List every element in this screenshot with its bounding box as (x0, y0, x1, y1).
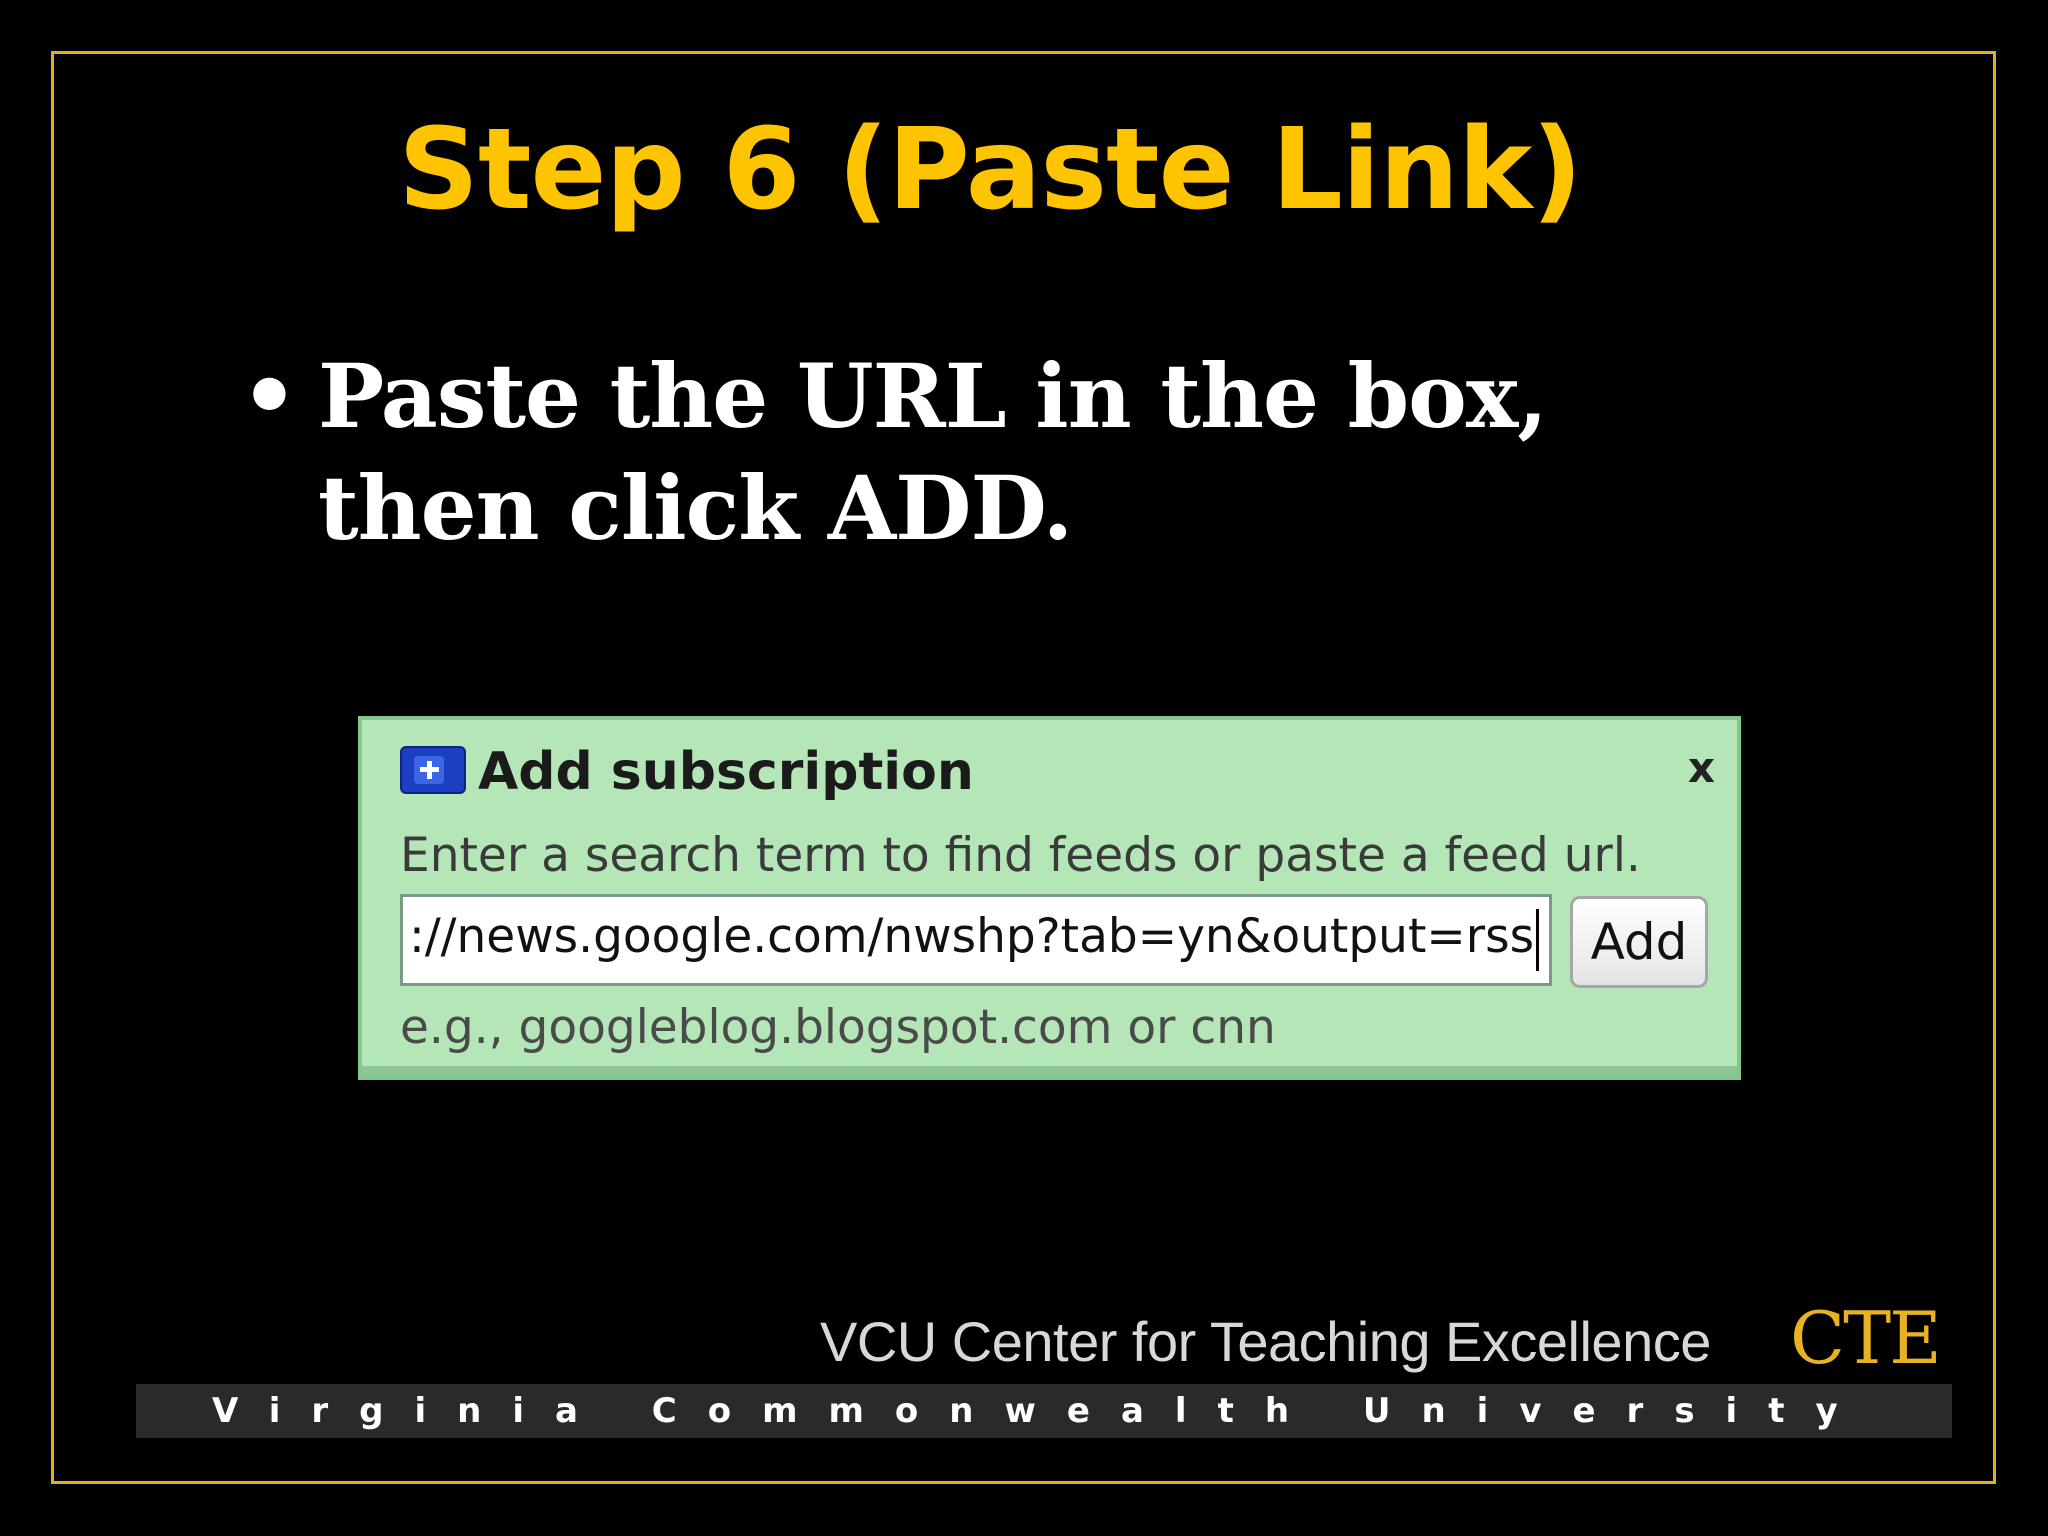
footer-center-name: VCU Center for Teaching Excellence (820, 1310, 1711, 1373)
dialog-bottom-edge (362, 1066, 1737, 1076)
feed-url-value: ://news.google.com/nwshp?tab=yn&output=r… (409, 909, 1535, 964)
feed-url-input[interactable]: ://news.google.com/nwshp?tab=yn&output=r… (400, 894, 1552, 986)
add-subscription-dialog: Add subscription x Enter a search term t… (358, 716, 1741, 1080)
university-bar: Virginia Commonwealth University (136, 1384, 1952, 1438)
cte-logo: CTE (1790, 1296, 1942, 1380)
example-hint: e.g., googleblog.blogspot.com or cnn (400, 1000, 1276, 1055)
plus-icon (400, 746, 466, 794)
plus-badge (414, 756, 444, 784)
text-caret (1536, 908, 1540, 971)
close-icon[interactable]: x (1688, 744, 1715, 792)
slide: Step 6 (Paste Link) • Paste the URL in t… (0, 0, 2048, 1536)
add-button[interactable]: Add (1570, 896, 1708, 988)
dialog-description: Enter a search term to find feeds or pas… (400, 828, 1641, 883)
dialog-title: Add subscription (478, 742, 974, 802)
bullet-text: Paste the URL in the box, then click ADD… (318, 344, 1548, 560)
university-name: Virginia Commonwealth University (212, 1391, 1869, 1431)
slide-title: Step 6 (Paste Link) (398, 105, 1582, 235)
bullet-marker: • (240, 342, 299, 450)
